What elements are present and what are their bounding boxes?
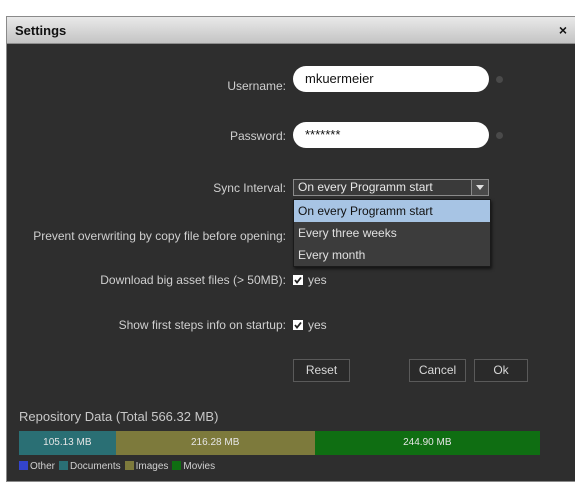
download-big-files-value: yes xyxy=(308,273,327,287)
first-steps-value: yes xyxy=(308,318,327,332)
title-bar[interactable]: Settings × xyxy=(7,17,575,44)
legend-item-images: Images xyxy=(124,461,169,472)
username-status-dot xyxy=(496,76,503,83)
prevent-overwriting-label: Prevent overwriting by copy file before … xyxy=(33,229,286,243)
usage-segment-documents: 105.13 MB xyxy=(19,431,116,455)
usage-segment-images: 216.28 MB xyxy=(115,431,315,455)
legend-swatch xyxy=(124,461,134,470)
password-label: Password: xyxy=(229,129,286,143)
sync-interval-select[interactable]: On every Programm start xyxy=(293,179,489,196)
username-label: Username: xyxy=(227,79,286,93)
reset-button[interactable]: Reset xyxy=(293,359,350,382)
ok-button[interactable]: Ok xyxy=(474,359,528,382)
legend-item-documents: Documents xyxy=(59,461,121,472)
first-steps-label: Show first steps info on startup: xyxy=(118,318,286,332)
legend-label: Movies xyxy=(183,461,216,472)
legend-item-movies: Movies xyxy=(172,461,215,472)
password-input[interactable] xyxy=(293,122,489,148)
first-steps-checkbox[interactable]: yes xyxy=(293,318,327,332)
sync-interval-dropdown: On every Programm start Every three week… xyxy=(293,199,491,267)
legend-label: Other xyxy=(30,461,56,472)
download-big-files-checkbox[interactable]: yes xyxy=(293,273,327,287)
usage-segment-movies: 244.90 MB xyxy=(314,431,540,455)
legend-swatch xyxy=(172,461,182,470)
legend-swatch xyxy=(19,461,28,470)
chevron-down-icon[interactable] xyxy=(471,180,488,195)
sync-interval-value: On every Programm start xyxy=(298,180,433,194)
cancel-button[interactable]: Cancel xyxy=(409,359,466,382)
repository-title: Repository Data (Total 566.32 MB) xyxy=(19,409,219,424)
sync-option-programm-start[interactable]: On every Programm start xyxy=(294,200,490,222)
legend-swatch xyxy=(59,461,69,470)
password-status-dot xyxy=(496,132,503,139)
legend-label: Documents xyxy=(70,461,121,472)
download-big-files-label: Download big asset files (> 50MB): xyxy=(100,273,286,287)
legend-item-other: Other xyxy=(19,461,55,472)
repository-legend: Other Documents Images Movies xyxy=(19,461,219,472)
dialog-title: Settings xyxy=(15,23,67,38)
legend-label: Images xyxy=(135,461,169,472)
close-icon[interactable]: × xyxy=(559,22,567,38)
checkmark-icon[interactable] xyxy=(293,275,303,285)
checkmark-icon[interactable] xyxy=(293,320,303,330)
username-input[interactable] xyxy=(293,66,489,92)
sync-option-three-weeks[interactable]: Every three weeks xyxy=(294,222,490,244)
settings-dialog: Settings × Username: Password: Sync Inte… xyxy=(6,16,575,482)
sync-option-month[interactable]: Every month xyxy=(294,244,490,266)
repository-usage-bar: 105.13 MB 216.28 MB 244.90 MB xyxy=(19,431,540,455)
sync-interval-label: Sync Interval: xyxy=(213,181,286,195)
